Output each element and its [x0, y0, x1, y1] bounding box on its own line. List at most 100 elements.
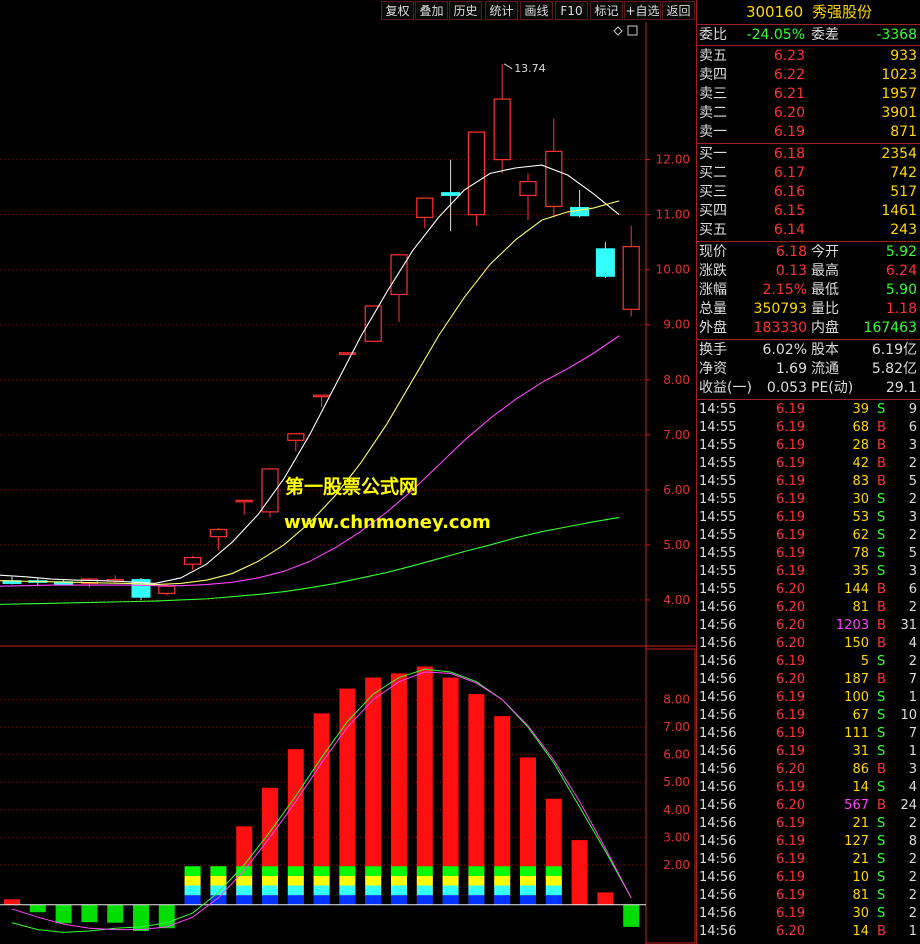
kline-svg[interactable]: 12.00 11.00 10.00 9.00 8.00 7.00 6.00 5.00 4.00 1…	[0, 0, 696, 944]
quote-value: 167463	[863, 320, 917, 336]
tick-row: 14:55 6.19 53 S 3	[699, 509, 919, 527]
tick-row: 14:56 6.19 10 S 2	[699, 869, 919, 887]
quote-value: 1.18	[885, 301, 917, 317]
tick-side: S	[877, 402, 886, 417]
price-tick-label: 6.00	[663, 483, 690, 497]
tick-count: 1	[908, 924, 917, 939]
quote-label: 量比	[811, 301, 839, 317]
order-volume: 1957	[881, 86, 917, 102]
candle-body	[158, 585, 176, 594]
tick-volume: 111	[844, 726, 869, 741]
tick-price: 6.19	[776, 834, 805, 849]
tick-side: B	[877, 474, 886, 489]
settings-diamond-icon	[613, 26, 623, 36]
tick-time: 14:55	[699, 528, 737, 543]
indicator-stack-segment	[236, 895, 253, 905]
tick-count: 3	[908, 438, 917, 453]
tick-volume: 35	[852, 564, 869, 579]
tick-volume: 144	[844, 582, 869, 597]
indicator-bar	[4, 899, 20, 905]
candle-body	[287, 433, 305, 441]
tick-price: 6.20	[776, 924, 805, 939]
tick-side: S	[877, 726, 886, 741]
order-label: 买二	[699, 165, 727, 181]
tick-time: 14:56	[699, 816, 737, 831]
tick-time: 14:56	[699, 834, 737, 849]
tick-side: S	[877, 906, 886, 921]
divider	[697, 241, 920, 242]
price-tick-label: 10.00	[656, 263, 690, 277]
quote-row: 总量 350793 量比 1.18	[699, 300, 919, 319]
finance-label: 流通	[811, 361, 839, 377]
tick-volume: 39	[852, 402, 869, 417]
candle-body	[313, 394, 331, 398]
indicator-bar	[81, 904, 98, 923]
candle-body	[441, 192, 461, 196]
indicator-stack-segment	[184, 895, 201, 905]
tick-price: 6.19	[776, 438, 805, 453]
tick-price: 6.19	[776, 906, 805, 921]
tick-count: 2	[908, 852, 917, 867]
tick-count: 1	[908, 690, 917, 705]
tick-row: 14:56 6.20 187 B 7	[699, 671, 919, 689]
indicator-tick-label: 8.00	[663, 693, 690, 707]
tick-count: 5	[908, 474, 917, 489]
tick-volume: 21	[852, 852, 869, 867]
indicator-stack-segment	[416, 895, 433, 905]
tick-row: 14:56 6.19 21 S 2	[699, 815, 919, 833]
tick-side: S	[877, 780, 886, 795]
kline-chart-area[interactable]: 复权 叠加 历史 统计 画线 F10 标记 +自选 返回 12.00 11.00 1…	[0, 0, 696, 944]
tick-volume: 100	[844, 690, 869, 705]
tick-side: S	[877, 708, 886, 723]
indicator-stack-segment	[520, 895, 536, 905]
quote-value: 0.13	[775, 263, 807, 279]
tick-count: 9	[908, 402, 917, 417]
tick-side: S	[877, 744, 886, 759]
tick-count: 2	[908, 600, 917, 615]
tick-row: 14:55 6.19 35 S 3	[699, 563, 919, 581]
order-price: 6.22	[773, 67, 805, 83]
tick-price: 6.20	[776, 672, 805, 687]
tick-time: 14:55	[699, 474, 737, 489]
tick-price: 6.19	[776, 492, 805, 507]
stock-name: 秀强股份	[812, 3, 873, 21]
quote-panel: 300160 秀强股份 委比 -24.05% 委差 -3368 卖五 6.23 933 卖四 6…	[696, 0, 920, 944]
tick-price: 6.20	[776, 582, 805, 597]
quote-value: 350793	[753, 301, 807, 317]
quote-label: 外盘	[699, 320, 727, 336]
weibi-value: -24.05%	[746, 27, 805, 43]
candle-body	[545, 150, 563, 207]
indicator-stack-segment	[313, 895, 330, 905]
quote-row: 现价 6.18 今开 5.92	[699, 243, 919, 262]
tick-price: 6.19	[776, 564, 805, 579]
candle-body	[493, 98, 511, 161]
indicator-stack-segment	[442, 866, 459, 876]
indicator-stack-segment	[416, 866, 433, 876]
tick-volume: 10	[852, 870, 869, 885]
ask-row: 卖三 6.21 1957	[699, 85, 919, 104]
indicator-stack-segment	[210, 875, 227, 886]
indicator-bar	[55, 904, 72, 924]
tick-price: 6.19	[776, 780, 805, 795]
order-label: 买四	[699, 203, 727, 219]
expand-icon	[627, 25, 638, 36]
tick-price: 6.20	[776, 762, 805, 777]
tick-row: 14:55 6.19 68 B 6	[699, 419, 919, 437]
tick-count: 2	[908, 528, 917, 543]
indicator-stack-segment	[236, 885, 253, 896]
tick-price: 6.19	[776, 402, 805, 417]
candle-body	[595, 248, 615, 277]
indicator-stack-segment	[313, 875, 330, 886]
order-price: 6.23	[773, 48, 805, 64]
indicator-stack-segment	[391, 885, 407, 896]
tick-side: B	[877, 438, 886, 453]
tick-price: 6.19	[776, 726, 805, 741]
indicator-tick-label: 4.00	[663, 803, 690, 817]
candle-body	[519, 181, 537, 196]
indicator-stack-segment	[339, 885, 356, 896]
tick-count: 4	[908, 636, 917, 651]
tick-count: 24	[900, 798, 917, 813]
indicator-stack-segment	[365, 885, 382, 896]
tick-volume: 83	[852, 474, 869, 489]
indicator-bar	[29, 904, 46, 913]
